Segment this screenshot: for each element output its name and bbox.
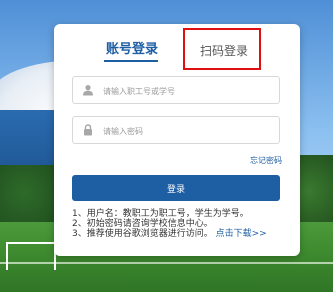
username-field[interactable]: [72, 76, 280, 104]
lock-icon: [84, 124, 92, 136]
note-line-3: 3、推荐使用谷歌浏览器进行访问。 点击下载>>: [72, 229, 267, 239]
tab-active-underline: [104, 60, 158, 62]
login-notes: 1、用户名：教职工为职工号，学生为学号。 2、初始密码请咨询学校信息中心。 3、…: [72, 209, 267, 239]
soccer-goal: [6, 242, 56, 270]
password-field[interactable]: [72, 116, 280, 144]
password-input[interactable]: [101, 122, 275, 140]
tab-qr-login-label: 扫码登录: [200, 44, 249, 58]
username-input[interactable]: [101, 82, 275, 100]
note-line-2: 2、初始密码请咨询学校信息中心。: [72, 219, 213, 229]
login-button[interactable]: 登录: [72, 175, 280, 201]
login-card: 账号登录 扫码登录 忘记密码 登录 1、用户名：教职工为职工号，学生为学号。 2…: [54, 24, 300, 256]
user-icon: [83, 85, 93, 96]
note-line-1: 1、用户名：教职工为职工号，学生为学号。: [72, 209, 249, 219]
forgot-password-link[interactable]: 忘记密码: [250, 155, 282, 166]
note-line-3-text: 3、推荐使用谷歌浏览器进行访问。: [72, 229, 213, 239]
tab-account-login[interactable]: 账号登录: [106, 38, 158, 57]
download-browser-link[interactable]: 点击下载>>: [216, 229, 267, 239]
login-tabs: 账号登录 扫码登录: [54, 24, 300, 70]
tab-qr-login[interactable]: 扫码登录: [183, 28, 261, 70]
